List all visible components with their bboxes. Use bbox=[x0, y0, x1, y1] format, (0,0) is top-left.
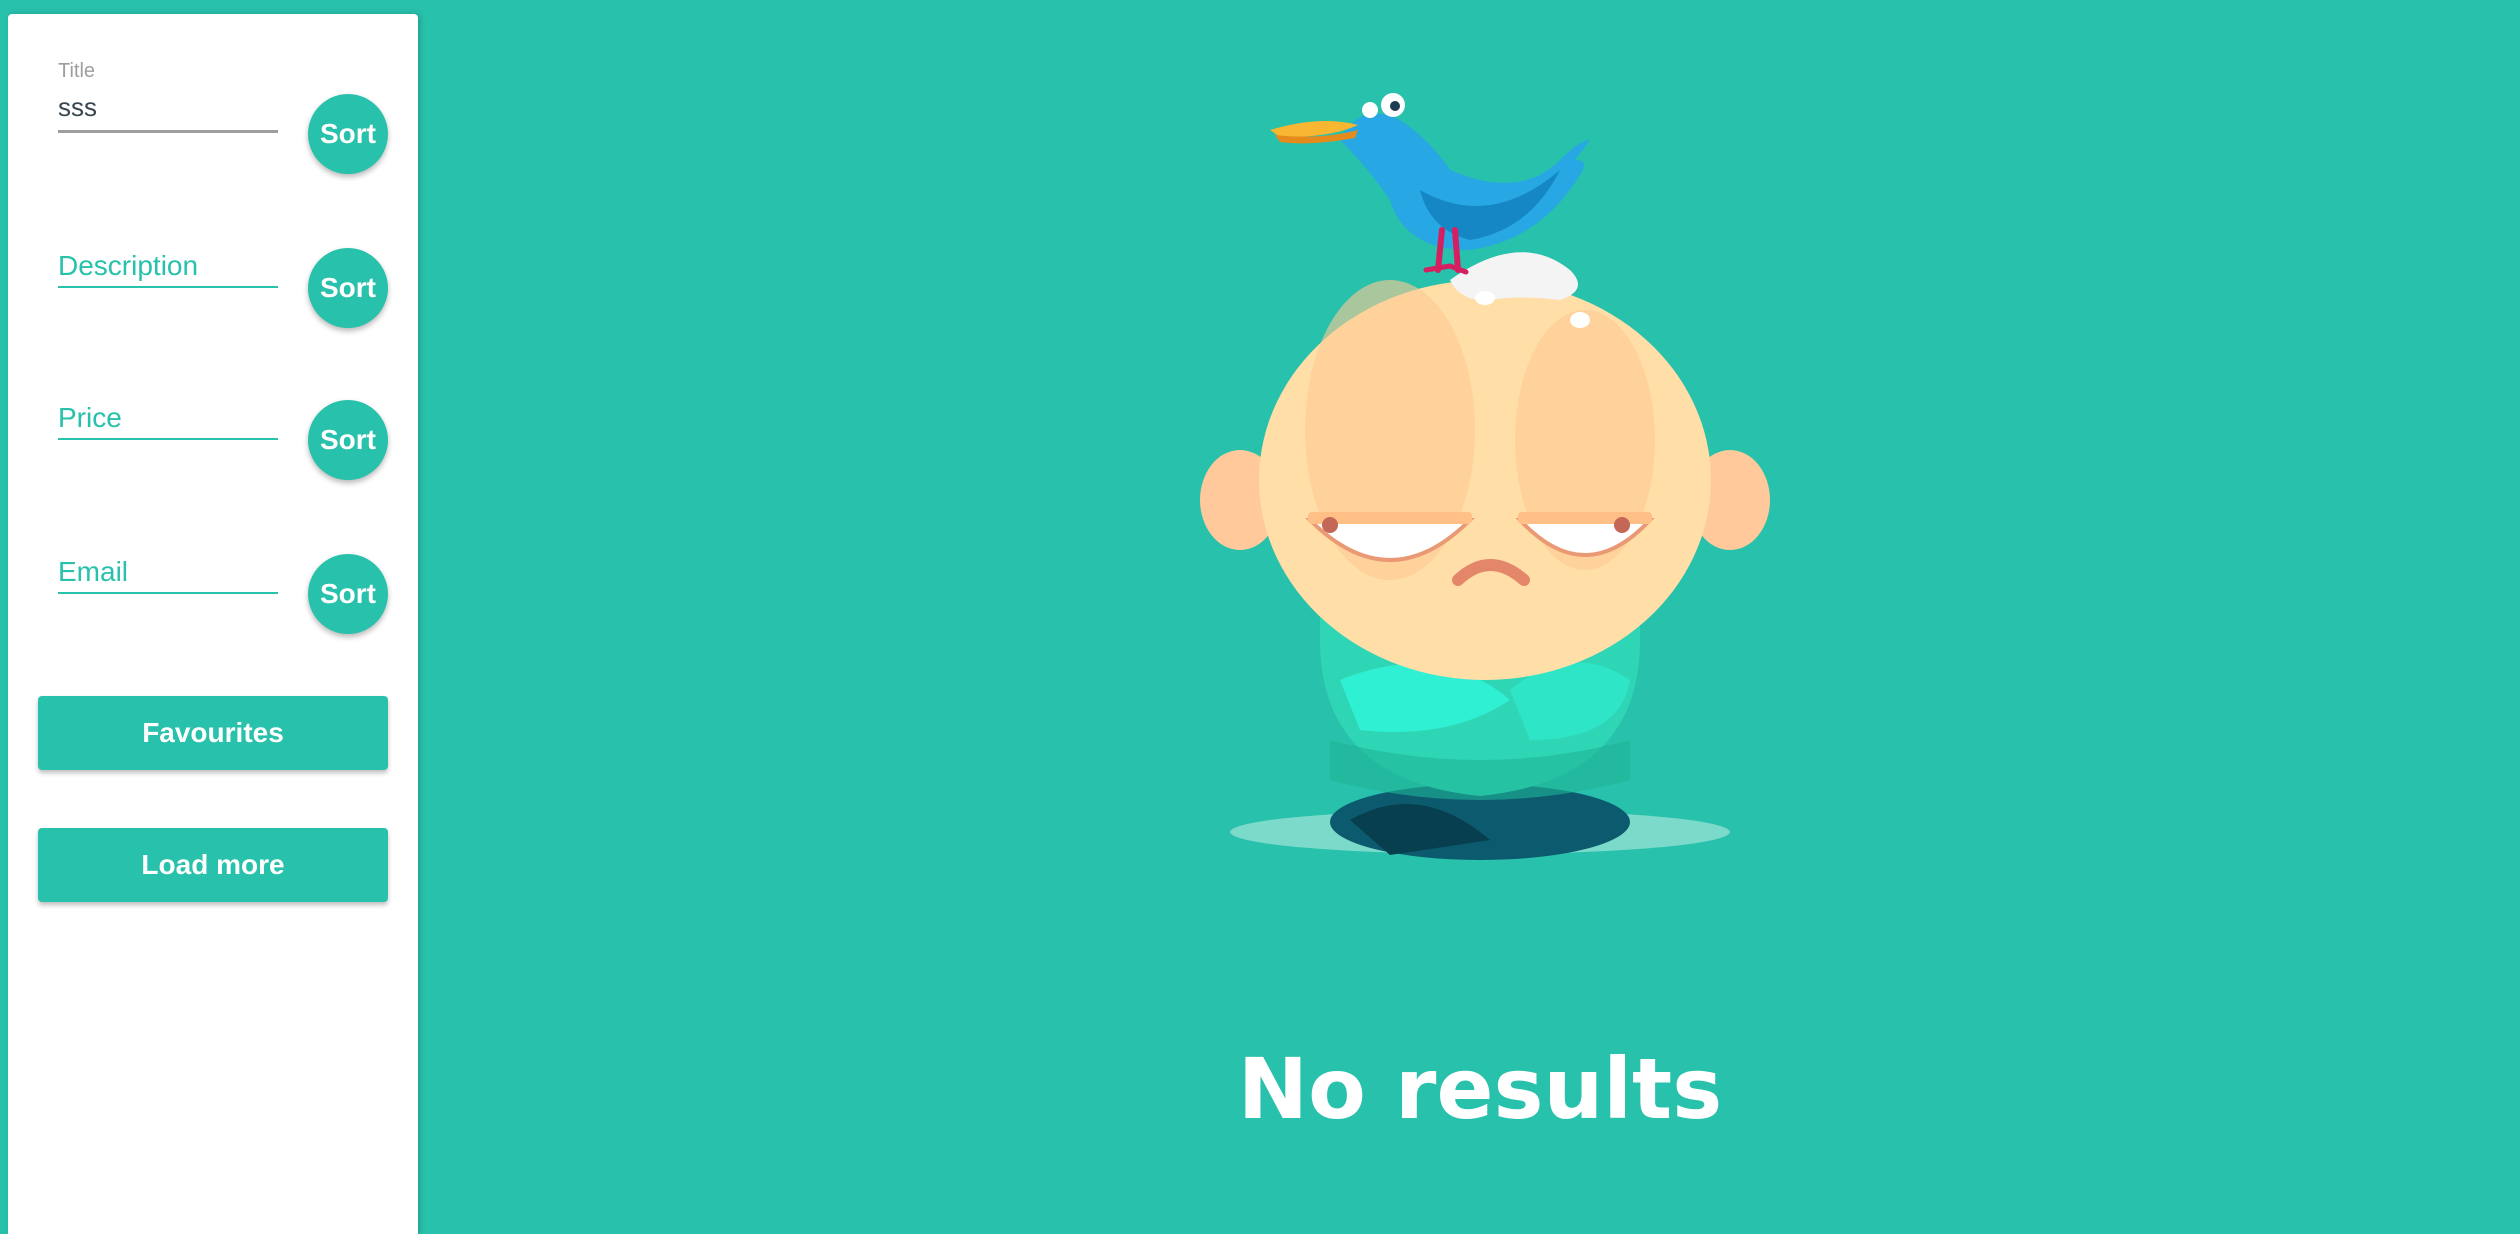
title-filter-row: Title sss Sort bbox=[8, 54, 418, 174]
grumpy-baby-with-bird-illustration bbox=[1190, 80, 1790, 900]
sort-email-button[interactable]: Sort bbox=[308, 554, 388, 634]
price-placeholder: Price bbox=[58, 402, 122, 433]
email-placeholder: Email bbox=[58, 556, 129, 587]
favourites-button[interactable]: Favourites bbox=[38, 696, 388, 770]
sort-price-button[interactable]: Sort bbox=[308, 400, 388, 480]
description-underline bbox=[58, 286, 278, 288]
sort-description-button[interactable]: Sort bbox=[308, 248, 388, 328]
sort-title-button[interactable]: Sort bbox=[308, 94, 388, 174]
title-value[interactable]: sss bbox=[58, 92, 97, 123]
load-more-button[interactable]: Load more bbox=[38, 828, 388, 902]
title-underline bbox=[58, 130, 278, 133]
price-input[interactable]: Price bbox=[58, 360, 278, 440]
email-input[interactable]: Email bbox=[58, 514, 278, 594]
title-label: Title bbox=[58, 60, 96, 82]
filter-sidebar: Title sss Sort Description Sort Price So… bbox=[8, 14, 418, 1234]
email-underline bbox=[58, 592, 278, 594]
price-underline bbox=[58, 438, 278, 440]
description-filter-row: Description Sort bbox=[8, 208, 418, 328]
no-results-message: No results bbox=[1237, 1040, 1723, 1138]
price-filter-row: Price Sort bbox=[8, 360, 418, 480]
description-placeholder: Description bbox=[58, 250, 199, 281]
title-input[interactable]: Title sss bbox=[58, 54, 278, 134]
description-input[interactable]: Description bbox=[58, 208, 278, 288]
email-filter-row: Email Sort bbox=[8, 514, 418, 634]
